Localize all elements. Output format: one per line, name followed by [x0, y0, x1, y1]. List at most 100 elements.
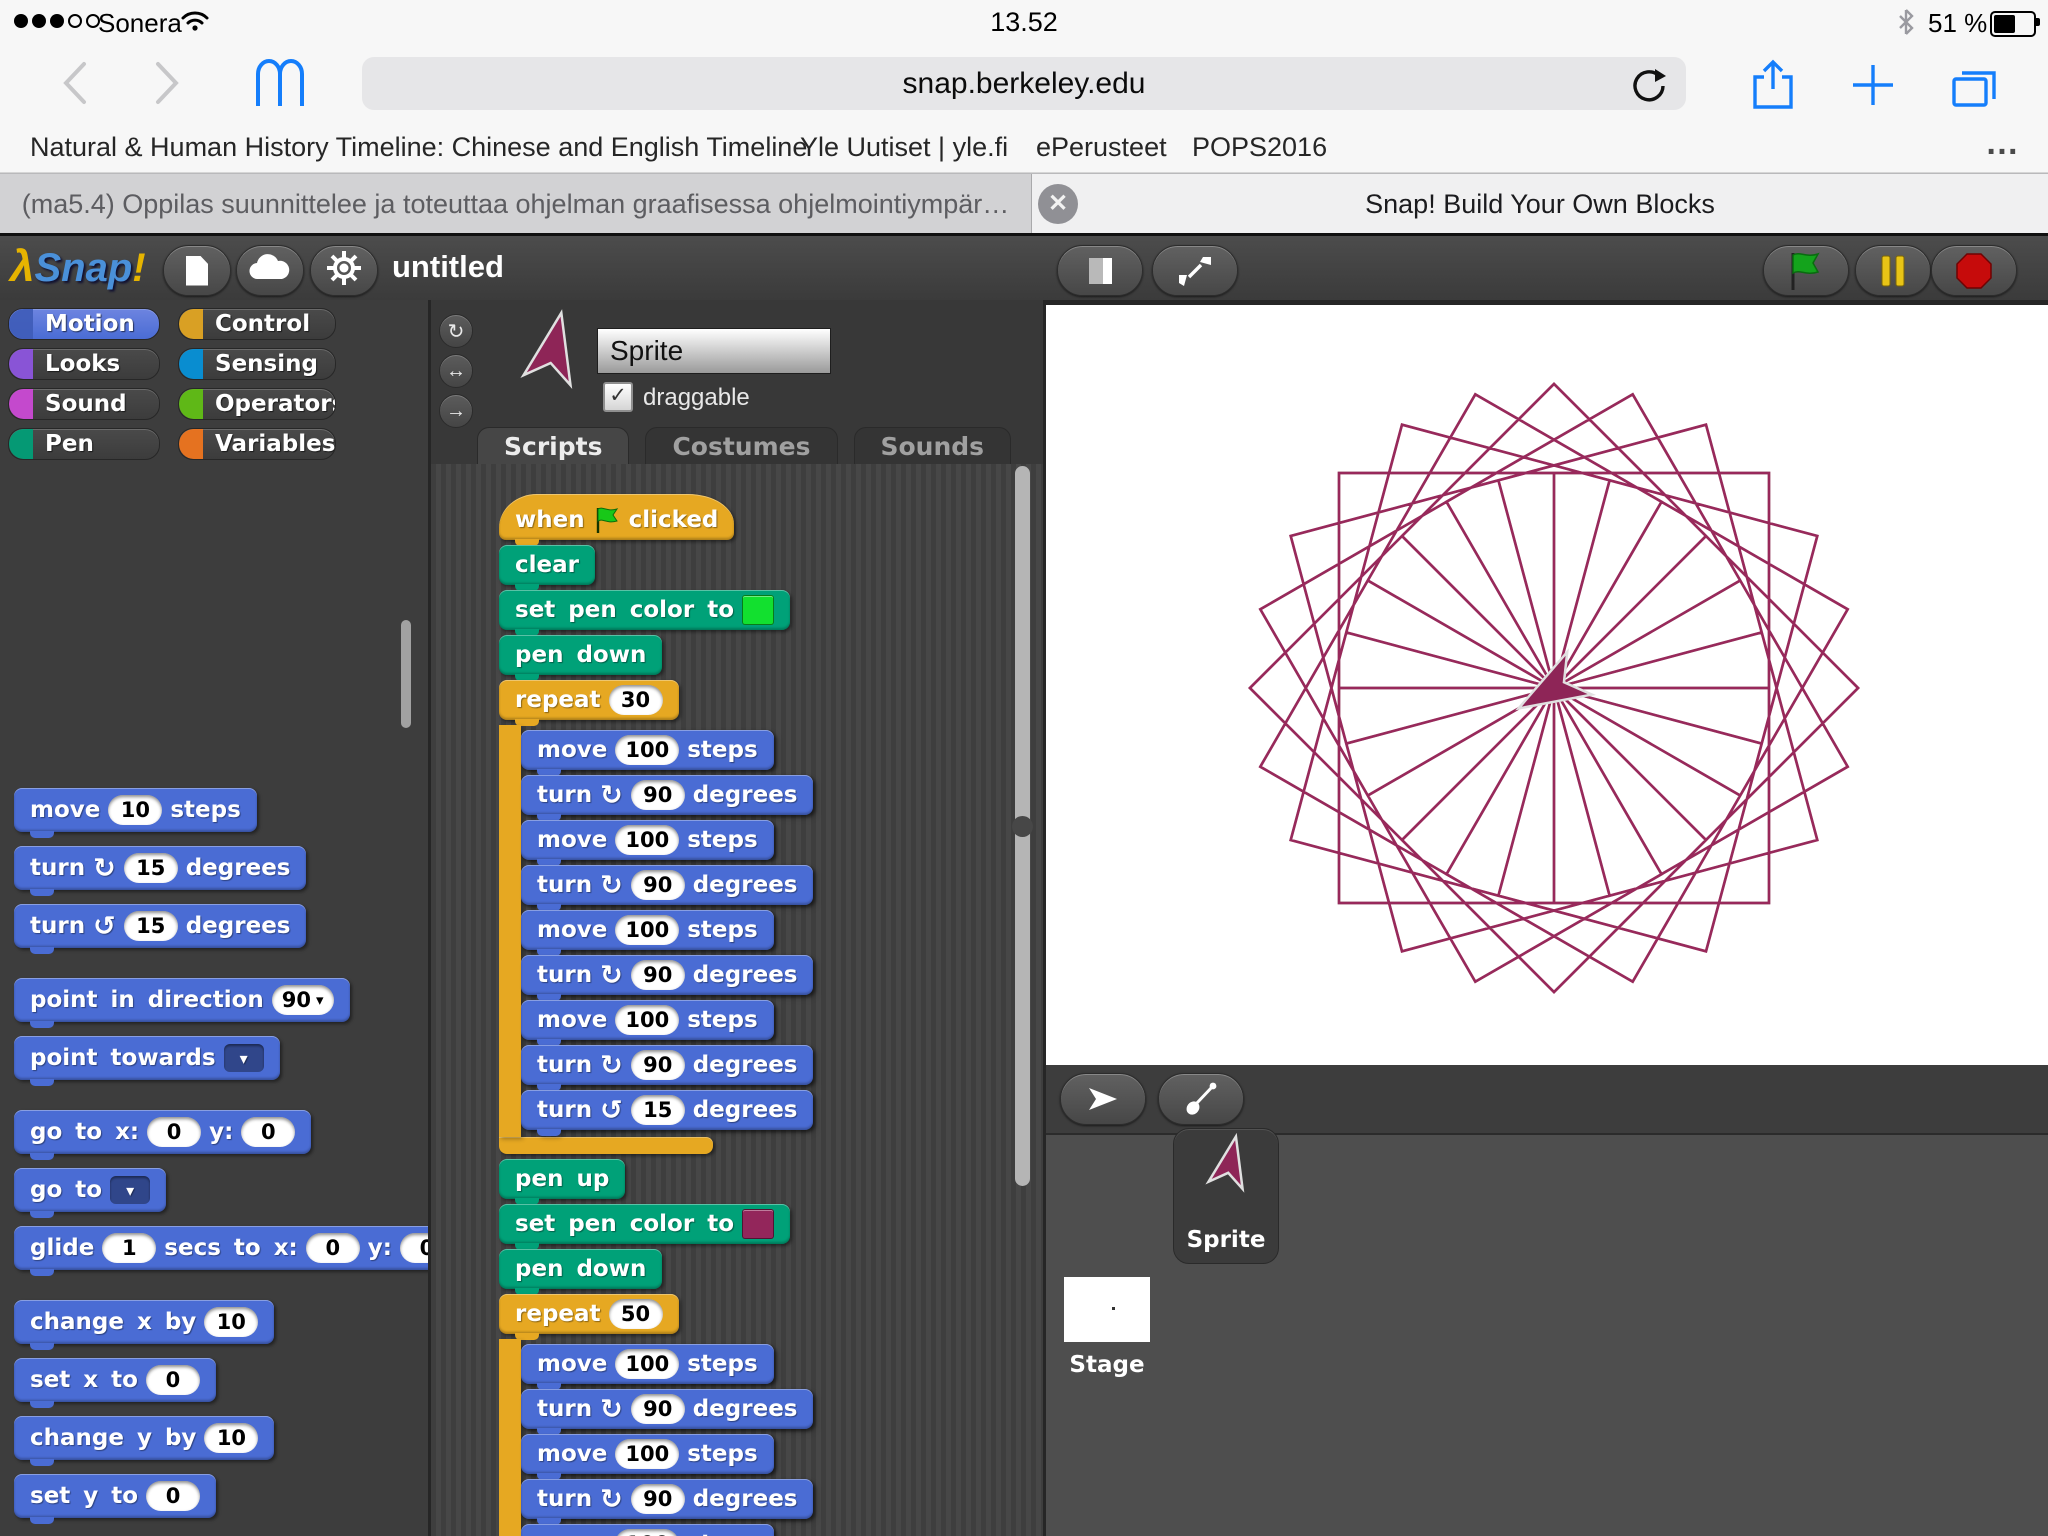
corral-sprite-card[interactable]: Sprite [1173, 1128, 1279, 1264]
category-looks[interactable]: Looks [8, 348, 160, 380]
block-go-to[interactable]: go to▾ [14, 1168, 166, 1212]
block-move[interactable]: move10steps [14, 788, 257, 832]
block-set-y-to[interactable]: set y to0 [14, 1474, 216, 1518]
category-operators[interactable]: Operators [178, 388, 336, 420]
tab-scripts[interactable]: Scripts [477, 427, 629, 465]
block-point-towards[interactable]: point towards▾ [14, 1036, 280, 1080]
block-move[interactable]: move100steps [521, 1344, 774, 1384]
block-input[interactable]: 0 [147, 1117, 201, 1147]
block-input[interactable]: 10 [204, 1423, 258, 1453]
bookmark-item[interactable]: Yle Uutiset | yle.fi [800, 132, 1008, 163]
block-input[interactable]: 100 [615, 1005, 679, 1035]
block-input[interactable]: 15 [124, 853, 178, 883]
category-sensing[interactable]: Sensing [178, 348, 336, 380]
block-input[interactable]: 100 [615, 1529, 679, 1536]
scrollbar-knob[interactable] [1012, 816, 1033, 837]
block-input[interactable]: 100 [615, 825, 679, 855]
tab-oppilas[interactable]: (ma5.4) Oppilas suunnittelee ja toteutta… [0, 174, 1032, 234]
block-input[interactable]: 100 [615, 1349, 679, 1379]
block-input[interactable]: 90 [631, 960, 685, 990]
bookmarks-icon[interactable] [252, 58, 310, 113]
fullscreen-button[interactable] [1152, 245, 1238, 296]
new-tab-icon[interactable] [1848, 59, 1898, 116]
block-turn[interactable]: turn↻90degrees [521, 775, 813, 815]
green-flag-button[interactable] [1763, 245, 1849, 296]
cloud-menu-button[interactable] [236, 245, 304, 296]
block-input[interactable]: 1 [102, 1233, 156, 1263]
tabs-overview-icon[interactable] [1948, 59, 2000, 116]
block-clear[interactable]: clear [499, 545, 595, 585]
block-go-to-x[interactable]: go to x:0y:0 [14, 1110, 311, 1154]
block-turn[interactable]: turn↻90degrees [521, 1479, 813, 1519]
block-input[interactable]: 90 [631, 1394, 685, 1424]
block-pen-up[interactable]: pen up [499, 1159, 625, 1199]
block-input[interactable]: 10 [204, 1307, 258, 1337]
block-move[interactable]: move100steps [521, 1434, 774, 1474]
block-turn[interactable]: turn↺15degrees [521, 1090, 813, 1130]
block-turn[interactable]: turn↻90degrees [521, 1389, 813, 1429]
bookmark-item[interactable]: ePerusteet [1036, 132, 1167, 163]
block-turn[interactable]: turn↺15degrees [14, 904, 306, 948]
block-input[interactable]: 90 [631, 1484, 685, 1514]
block-input[interactable]: 100 [615, 1439, 679, 1469]
block-move[interactable]: move100steps [521, 1524, 774, 1536]
block-change-x-by[interactable]: change x by10 [14, 1300, 274, 1344]
tab-sounds[interactable]: Sounds [854, 427, 1012, 465]
stop-button[interactable] [1931, 245, 2017, 296]
block-input[interactable]: 50 [609, 1299, 663, 1329]
pause-button[interactable] [1855, 245, 1931, 296]
project-title[interactable]: untitled [392, 249, 504, 285]
block-input[interactable]: 0 [146, 1365, 200, 1395]
share-icon[interactable] [1748, 59, 1798, 116]
block-input[interactable]: 90 [631, 780, 685, 810]
block-move[interactable]: move100steps [521, 1000, 774, 1040]
block-move[interactable]: move100steps [521, 910, 774, 950]
tab-costumes[interactable]: Costumes [645, 427, 837, 465]
pen-color-swatch[interactable] [742, 1209, 774, 1239]
tab-snap[interactable]: Snap! Build Your Own Blocks [1032, 174, 2048, 234]
block-input[interactable]: 90 [631, 1050, 685, 1080]
category-control[interactable]: Control [178, 308, 336, 340]
bookmarks-overflow-button[interactable]: … [1985, 124, 2019, 163]
block-turn[interactable]: turn↻90degrees [521, 1045, 813, 1085]
scripts-pane[interactable]: whenclicked clear set pen color to pen down… [431, 464, 1043, 1536]
rotation-style-button[interactable]: ↻ [439, 314, 473, 348]
block-when[interactable]: whenclicked [499, 494, 734, 540]
project-menu-button[interactable] [163, 245, 231, 296]
block-turn[interactable]: turn↻90degrees [521, 865, 813, 905]
block-input[interactable]: 100 [615, 735, 679, 765]
category-pen[interactable]: Pen [8, 428, 160, 460]
block-input[interactable]: 0 [241, 1117, 295, 1147]
block-input[interactable]: 15 [124, 911, 178, 941]
block-input[interactable]: 30 [609, 685, 663, 715]
sprite-name-field[interactable]: Sprite [597, 328, 831, 374]
rotation-flip-button[interactable]: ↔ [439, 354, 473, 388]
rotation-none-button[interactable]: → [439, 394, 473, 428]
block-repeat[interactable]: repeat50 [499, 1294, 679, 1334]
block-glide[interactable]: glide1secs to x:0y:0 [14, 1226, 470, 1270]
block-input[interactable]: 10 [108, 795, 162, 825]
block-turn[interactable]: turn↻90degrees [521, 955, 813, 995]
block-set-pen-color-to[interactable]: set pen color to [499, 590, 790, 630]
bookmark-item[interactable]: Natural & Human History Timeline: Chines… [30, 132, 807, 163]
close-tab-icon[interactable]: ✕ [1038, 184, 1078, 224]
block-repeat[interactable]: repeat30 [499, 680, 679, 720]
block-input[interactable]: 0 [306, 1233, 360, 1263]
block-input[interactable]: 0 [146, 1481, 200, 1511]
address-bar[interactable]: snap.berkeley.edu [362, 57, 1686, 110]
block-set-x-to[interactable]: set x to0 [14, 1358, 216, 1402]
block-point-in-direction[interactable]: point in direction90▾ [14, 978, 350, 1022]
palette-scrollbar[interactable] [401, 620, 411, 728]
block-move[interactable]: move100steps [521, 820, 774, 860]
sprite-thumbnail[interactable] [509, 308, 597, 401]
stage-size-button[interactable] [1057, 245, 1143, 296]
reload-icon[interactable] [1628, 66, 1668, 111]
block-dropdown[interactable]: ▾ [110, 1176, 150, 1204]
pen-color-swatch[interactable] [742, 595, 774, 625]
block-input[interactable]: 90▾ [272, 985, 334, 1015]
block-pen-down[interactable]: pen down [499, 1249, 662, 1289]
block-dropdown[interactable]: ▾ [224, 1044, 264, 1072]
block-input[interactable]: 100 [615, 915, 679, 945]
bookmark-item[interactable]: POPS2016 [1192, 132, 1327, 163]
settings-button[interactable] [310, 245, 378, 296]
